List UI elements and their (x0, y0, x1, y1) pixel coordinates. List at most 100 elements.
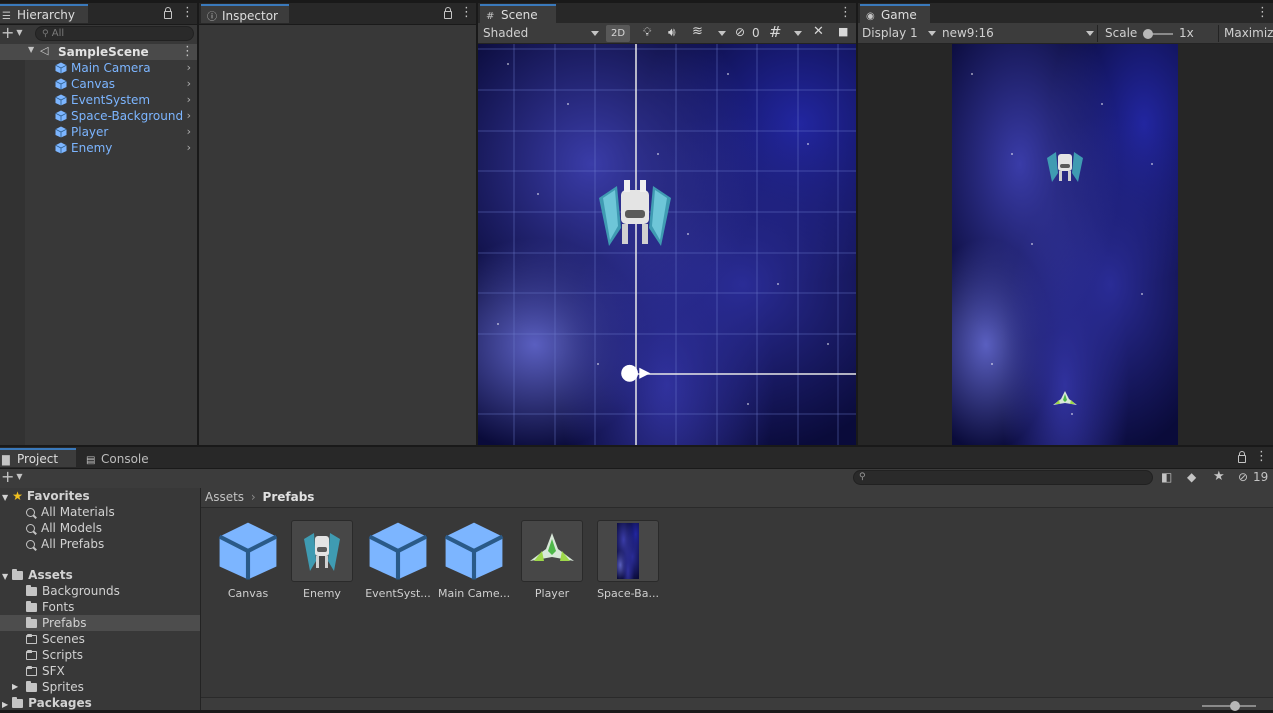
player-ship-thumbnail (521, 520, 583, 582)
hierarchy-item[interactable]: EventSystem › (55, 92, 197, 108)
project-menu-icon[interactable]: ⋮ (1255, 450, 1268, 463)
asset-item[interactable]: Player (516, 520, 588, 600)
add-object-button[interactable]: + ▼ (1, 25, 23, 41)
chevron-right-icon[interactable]: › (187, 108, 191, 124)
favorites-header[interactable]: ▼ ★ Favorites (0, 488, 200, 504)
grid-dropdown-icon[interactable] (794, 31, 802, 36)
hierarchy-menu-icon[interactable]: ⋮ (181, 6, 194, 19)
project-tabbar (0, 447, 1273, 469)
aspect-dropdown-divider (1097, 25, 1098, 42)
hidden-packages-icon[interactable]: ⊘ (1238, 470, 1248, 484)
folder-item[interactable]: Scripts (0, 647, 200, 663)
hierarchy-item[interactable]: Enemy › (55, 140, 197, 156)
hidden-objects-icon[interactable]: ⊘ (735, 25, 745, 39)
chevron-down-icon (928, 31, 936, 36)
lighting-icon[interactable]: 💡︎ (643, 25, 651, 40)
hierarchy-item[interactable]: Space-Background › (55, 108, 197, 124)
enemy-sprite[interactable] (595, 176, 675, 250)
folder-item[interactable]: Fonts (0, 599, 200, 615)
tab-inspector[interactable]: ⓘ Inspector (201, 4, 289, 23)
camera-gizmo-icon[interactable]: ●▸ (620, 362, 650, 384)
scale-slider-handle[interactable] (1143, 29, 1153, 39)
chevron-right-icon[interactable]: › (187, 92, 191, 108)
icon-size-slider[interactable] (1202, 701, 1256, 711)
folder-item[interactable]: SFX (0, 663, 200, 679)
breadcrumb-prefabs[interactable]: Prefabs (263, 490, 315, 504)
scale-label: Scale (1105, 26, 1138, 40)
hierarchy-search-input[interactable]: ⚲ All (35, 26, 194, 41)
effects-icon[interactable]: ≋ (692, 24, 703, 39)
info-icon: ⓘ (207, 12, 217, 23)
favorite-star-icon[interactable]: ★ (1213, 469, 1225, 484)
search-by-type-icon[interactable]: ◧ (1161, 470, 1172, 484)
chevron-right-icon[interactable]: › (187, 124, 191, 140)
search-icon (26, 524, 35, 533)
camera-settings-icon[interactable]: ■ (838, 25, 848, 38)
asset-browser-footer (201, 697, 1273, 710)
tools-icon[interactable]: ✕ (813, 24, 824, 39)
asset-item[interactable]: Main Came... (438, 520, 510, 600)
folder-item[interactable]: Prefabs (0, 615, 200, 631)
project-search-input[interactable]: ⚲ (853, 470, 1153, 485)
tab-scene[interactable]: # Scene (480, 4, 556, 23)
chevron-right-icon[interactable]: › (187, 60, 191, 76)
hidden-packages-count: 19 (1253, 470, 1269, 484)
unity-scene-icon: ◁ (40, 44, 49, 57)
maximize-toggle[interactable]: Maximize (1224, 26, 1273, 40)
search-icon (26, 508, 35, 517)
asset-item[interactable]: Space-Ba... (592, 520, 664, 600)
folder-icon (26, 634, 37, 644)
scene-row[interactable]: ▼ ◁ SampleScene ⋮ (0, 44, 197, 60)
favorite-item[interactable]: All Models (0, 520, 200, 536)
game-menu-icon[interactable]: ⋮ (1256, 6, 1269, 19)
tab-console[interactable]: ▤ Console (80, 448, 160, 467)
enemy-ship-thumbnail (291, 520, 353, 582)
scene-menu-icon[interactable]: ⋮ (181, 44, 194, 59)
asset-item[interactable]: Enemy (286, 520, 358, 600)
search-by-label-icon[interactable]: ◆ (1187, 470, 1196, 484)
effects-dropdown-icon[interactable] (718, 31, 726, 36)
lock-icon[interactable] (444, 7, 452, 19)
lock-icon[interactable] (1238, 451, 1246, 463)
lock-icon[interactable] (164, 7, 172, 19)
player-sprite (1053, 391, 1077, 405)
folder-item[interactable]: ▶ Sprites (0, 679, 200, 695)
expand-arrow-icon[interactable]: ▶ (12, 679, 18, 695)
hierarchy-item[interactable]: Player › (55, 124, 197, 140)
asset-item[interactable]: Canvas (212, 520, 284, 600)
folder-icon (26, 650, 37, 660)
space-background-thumbnail (597, 520, 659, 582)
tab-game[interactable]: ◉ Game (860, 4, 930, 23)
audio-icon[interactable]: 🔊︎ (668, 25, 676, 40)
packages-header[interactable]: ▶ Packages (0, 695, 200, 711)
create-asset-button[interactable]: + ▼ (1, 469, 23, 485)
folder-item[interactable]: Scenes (0, 631, 200, 647)
shading-mode-dropdown[interactable]: Shaded (483, 24, 599, 43)
2d-toggle-button[interactable]: 2D (606, 25, 630, 42)
scale-slider[interactable] (1143, 29, 1173, 39)
assets-header[interactable]: ▼ Assets (0, 567, 200, 583)
folder-icon (26, 681, 37, 692)
scene-menu-icon[interactable]: ⋮ (839, 6, 852, 19)
hierarchy-item[interactable]: Canvas › (55, 76, 197, 92)
tab-project[interactable]: ▇ Project (0, 448, 76, 467)
hierarchy-item[interactable]: Main Camera › (55, 60, 197, 76)
asset-item[interactable]: EventSyst... (362, 520, 434, 600)
prefab-cube-icon (217, 520, 279, 582)
expand-arrow-icon: ▼ (28, 45, 35, 54)
favorite-item[interactable]: All Materials (0, 504, 200, 520)
display-dropdown[interactable]: Display 1 (862, 24, 937, 43)
scene-name: SampleScene (58, 45, 149, 59)
favorite-item[interactable]: All Prefabs (0, 536, 200, 552)
chevron-right-icon[interactable]: › (187, 76, 191, 92)
breadcrumb-assets[interactable]: Assets (205, 490, 244, 504)
tab-hierarchy[interactable]: ☰ Hierarchy (0, 4, 88, 23)
chevron-down-icon (591, 31, 599, 36)
folder-item[interactable]: Backgrounds (0, 583, 200, 599)
game-viewport[interactable] (952, 44, 1178, 445)
scene-viewport[interactable]: ●▸ (478, 44, 856, 445)
aspect-dropdown[interactable]: new9:16 (942, 24, 1094, 43)
inspector-menu-icon[interactable]: ⋮ (460, 6, 473, 19)
grid-snap-icon[interactable]: # (769, 23, 782, 41)
chevron-right-icon[interactable]: › (187, 140, 191, 156)
